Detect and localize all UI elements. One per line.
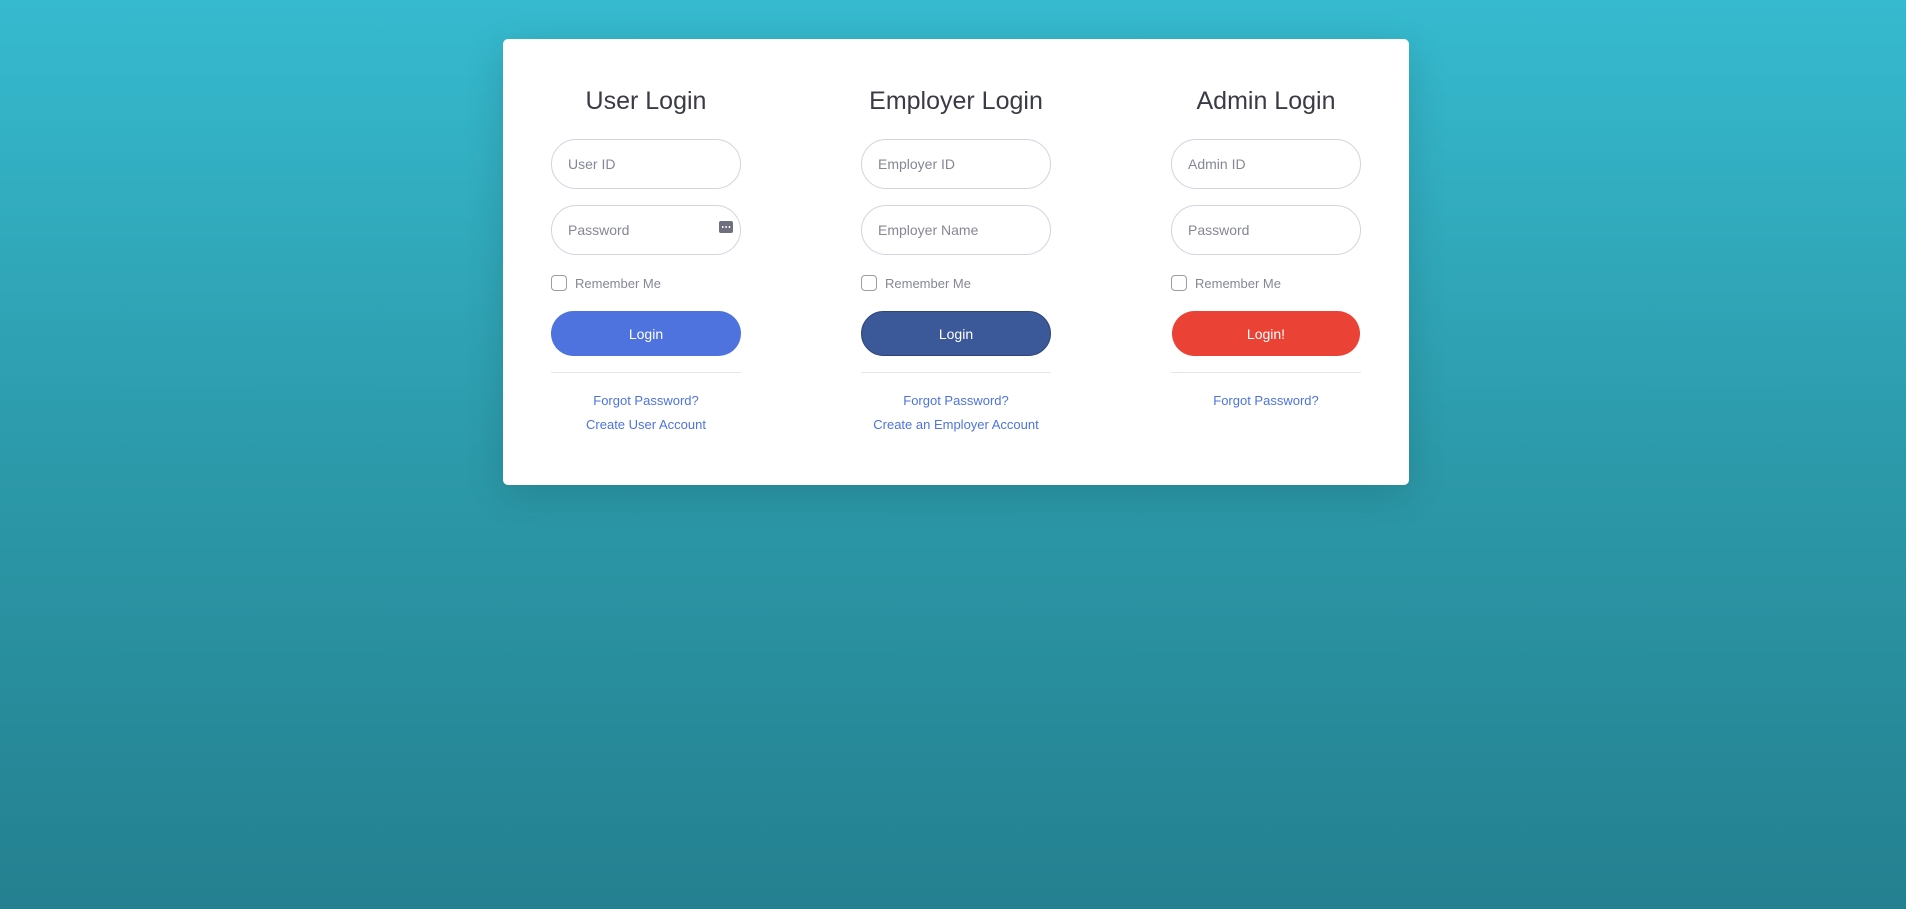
key-icon[interactable]	[719, 221, 733, 233]
employer-forgot-password-link[interactable]: Forgot Password?	[831, 393, 1081, 408]
admin-forgot-password-link[interactable]: Forgot Password?	[1141, 393, 1391, 408]
admin-id-input[interactable]	[1171, 139, 1361, 189]
employer-name-input[interactable]	[861, 205, 1051, 255]
admin-login-button[interactable]: Login!	[1172, 311, 1360, 356]
employer-login-title: Employer Login	[869, 87, 1043, 115]
admin-login-title: Admin Login	[1196, 87, 1336, 115]
admin-remember-me[interactable]: Remember Me	[1171, 274, 1281, 292]
admin-divider	[1171, 372, 1361, 373]
user-login-panel: User Login Remember Me Login Forgot Pass…	[551, 39, 741, 485]
user-password-input[interactable]	[551, 205, 741, 255]
user-id-input[interactable]	[551, 139, 741, 189]
login-card: User Login Remember Me Login Forgot Pass…	[503, 39, 1409, 485]
create-employer-account-link[interactable]: Create an Employer Account	[831, 417, 1081, 432]
user-divider	[551, 372, 741, 373]
employer-divider	[861, 372, 1051, 373]
create-user-account-link[interactable]: Create User Account	[521, 417, 771, 432]
employer-login-button[interactable]: Login	[861, 311, 1051, 356]
user-remember-checkbox[interactable]	[551, 275, 567, 291]
user-forgot-password-link[interactable]: Forgot Password?	[521, 393, 771, 408]
user-remember-me[interactable]: Remember Me	[551, 274, 661, 292]
employer-remember-me[interactable]: Remember Me	[861, 274, 971, 292]
user-login-button[interactable]: Login	[551, 311, 741, 356]
employer-login-panel: Employer Login Remember Me Login Forgot …	[861, 39, 1051, 485]
user-remember-label: Remember Me	[575, 275, 661, 291]
admin-remember-label: Remember Me	[1195, 275, 1281, 291]
user-login-title: User Login	[585, 87, 707, 115]
employer-id-input[interactable]	[861, 139, 1051, 189]
employer-remember-label: Remember Me	[885, 275, 971, 291]
admin-login-panel: Admin Login Remember Me Login! Forgot Pa…	[1171, 39, 1361, 485]
admin-remember-checkbox[interactable]	[1171, 275, 1187, 291]
employer-remember-checkbox[interactable]	[861, 275, 877, 291]
admin-password-input[interactable]	[1171, 205, 1361, 255]
